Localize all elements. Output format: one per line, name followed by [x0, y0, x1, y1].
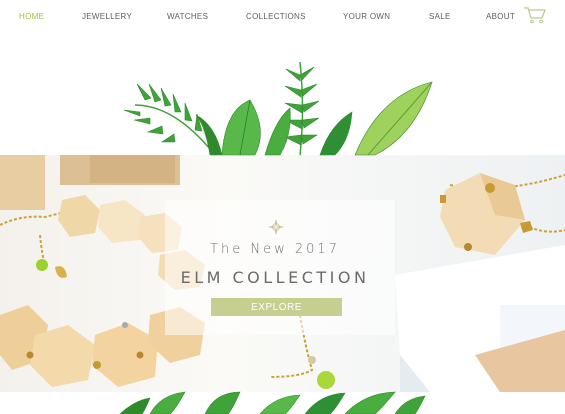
hero-subtitle: The New 2017 [210, 242, 340, 257]
nav-watches[interactable]: WATCHES [167, 12, 208, 21]
nav-collections[interactable]: COLLECTIONS [246, 12, 306, 21]
main-nav: HOME JEWELLERY WATCHES COLLECTIONS YOUR … [0, 0, 565, 36]
nav-about[interactable]: ABOUT [486, 12, 515, 21]
explore-button[interactable]: EXPLORE [211, 298, 342, 316]
nav-sale[interactable]: SALE [429, 12, 451, 21]
hero-title: ELM COLLECTION [180, 268, 370, 287]
compass-star-icon [268, 219, 284, 235]
nav-home[interactable]: HOME [19, 12, 44, 21]
nav-jewellery[interactable]: JEWELLERY [82, 12, 132, 21]
shopping-cart-icon[interactable] [523, 5, 547, 25]
nav-your-own[interactable]: YOUR OWN [343, 12, 390, 21]
